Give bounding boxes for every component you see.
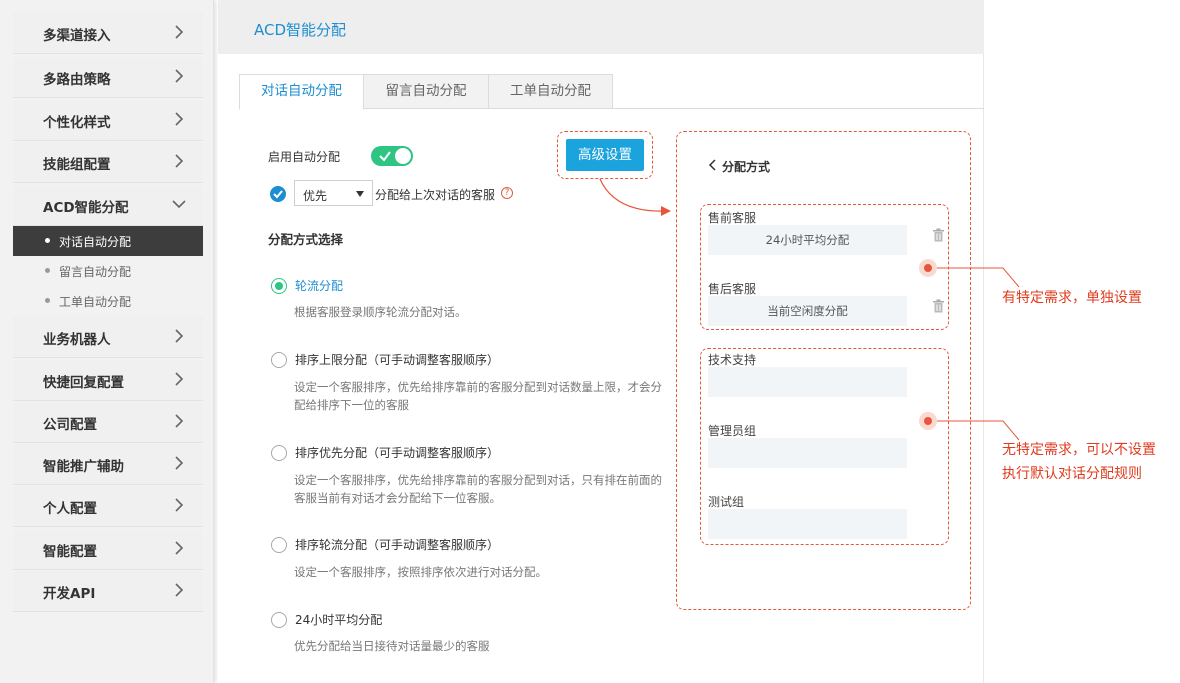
sidebar-item-label: 个人配置 [43,501,97,517]
annotation-default-line1: 无特定需求，可以不设置 [1002,442,1156,458]
annotation-default-line2: 执行默认对话分配规则 [1002,466,1142,482]
sidebar-subitem-ticket-assign[interactable]: 工单自动分配 [13,286,203,316]
group-assign-select[interactable] [708,367,907,397]
bullet-icon [45,238,50,243]
group-assign-select[interactable] [708,509,907,539]
annotation-dot [919,412,937,430]
sidebar-item-api[interactable]: 开发API [13,571,203,612]
page-title: ACD智能分配 [254,21,347,39]
chevron-right-icon [175,583,184,597]
sidebar-item-multichannel[interactable]: 多渠道接入 [13,13,203,54]
chevron-right-icon [175,69,184,83]
sidebar-item-label: 公司配置 [43,417,97,433]
enable-auto-assign-label: 启用自动分配 [268,150,341,164]
sidebar-subitem-label: 工单自动分配 [59,295,132,309]
sidebar-item-label: ACD智能分配 [43,200,129,216]
group-label: 管理员组 [708,424,757,438]
annotation-dot [919,259,937,277]
check-icon [273,190,283,199]
enable-auto-assign-toggle[interactable] [371,146,413,166]
sidebar-item-smart[interactable]: 智能配置 [13,529,203,570]
radio-sorted-limit[interactable] [271,352,287,368]
tab-chat-assign[interactable]: 对话自动分配 [239,74,364,110]
tab-ticket-assign[interactable]: 工单自动分配 [488,74,613,109]
dropdown-caret-icon [356,191,364,197]
sidebar-item-quick-reply[interactable]: 快捷回复配置 [13,360,203,401]
sidebar-item-label: 开发API [43,586,96,602]
sidebar-item-label: 技能组配置 [43,157,111,173]
option-title: 排序优先分配（可手动调整客服顺序） [295,446,500,460]
page-header: ACD智能分配 [218,0,984,54]
sidebar-subitem-chat-assign[interactable]: 对话自动分配 [13,226,203,256]
trash-icon[interactable] [932,228,945,242]
sidebar-item-acd[interactable]: ACD智能分配 [13,185,203,226]
option-desc: 根据客服登录顺序轮流分配对话。 [294,305,467,319]
advanced-settings-button[interactable]: 高级设置 [566,139,644,171]
chevron-down-icon [172,200,186,209]
group-assign-select[interactable] [708,438,907,468]
group-assign-select[interactable]: 当前空闲度分配 [708,296,907,326]
section-title: 分配方式选择 [268,232,344,247]
radio-sorted-round-robin[interactable] [271,537,287,553]
tab-message-assign[interactable]: 留言自动分配 [363,74,489,109]
sidebar-item-label: 智能配置 [43,544,97,560]
sidebar-item-label: 快捷回复配置 [43,375,124,391]
annotation-specific: 有特定需求，单独设置 [1002,290,1142,306]
option-title: 轮流分配 [295,279,344,293]
check-icon [379,151,391,162]
trash-icon[interactable] [932,299,945,313]
help-icon[interactable]: ? [501,187,513,199]
option-title: 24小时平均分配 [295,613,383,627]
option-desc: 优先分配给当日接待对话量最少的客服 [294,639,490,653]
chevron-right-icon [175,456,184,470]
sidebar-item-routing[interactable]: 多路由策略 [13,57,203,98]
radio-round-robin[interactable] [271,278,287,294]
sidebar-item-promotion[interactable]: 智能推广辅助 [13,444,203,485]
option-desc: 设定一个客服排序，优先给排序靠前的客服分配到对话数量上限，才会分配给排序下一位的… [294,380,662,412]
option-desc: 设定一个客服排序，按照排序依次进行对话分配。 [294,565,547,579]
sidebar-item-company[interactable]: 公司配置 [13,402,203,443]
sidebar-item-label: 业务机器人 [43,332,111,348]
chevron-right-icon [175,498,184,512]
group-label: 售后客服 [708,282,757,296]
chevron-right-icon [175,414,184,428]
back-chevron-icon[interactable] [708,159,718,171]
sidebar-item-label: 多路由策略 [43,72,111,88]
chevron-right-icon [175,112,184,126]
chevron-right-icon [175,25,184,39]
toggle-knob [395,148,411,164]
priority-select-value: 优先 [303,189,328,203]
sidebar-item-style[interactable]: 个性化样式 [13,100,203,141]
radio-sorted-priority[interactable] [271,445,287,461]
sidebar-subitem-message-assign[interactable]: 留言自动分配 [13,256,203,286]
radio-24h-average[interactable] [271,612,287,628]
annotation-arrow [599,178,671,216]
group-label: 技术支持 [708,353,757,367]
sidebar-item-label: 智能推广辅助 [43,459,124,475]
group-label: 测试组 [708,495,745,509]
option-title: 排序上限分配（可手动调整客服顺序） [295,353,500,367]
sidebar-item-personal[interactable]: 个人配置 [13,486,203,527]
group-label: 售前客服 [708,211,757,225]
priority-select[interactable]: 优先 [294,180,373,206]
chevron-right-icon [175,372,184,386]
bullet-icon [45,298,50,303]
sidebar-item-bot[interactable]: 业务机器人 [13,317,203,358]
sidebar-item-label: 个性化样式 [43,115,111,131]
priority-text: 分配给上次对话的客服 [375,188,496,202]
sidebar-subitem-label: 留言自动分配 [59,265,132,279]
bullet-icon [45,268,50,273]
panel-title: 分配方式 [722,160,771,174]
sidebar: 多渠道接入 多路由策略 个性化样式 技能组配置 ACD智能分配 对话自动分配 留… [0,0,214,683]
option-desc: 设定一个客服排序，优先给排序靠前的客服分配到对话，只有排在前面的客服当前有对话才… [294,473,662,505]
option-title: 排序轮流分配（可手动调整客服顺序） [295,538,500,552]
sidebar-subitem-label: 对话自动分配 [59,235,132,249]
priority-checkbox[interactable] [270,186,286,202]
chevron-right-icon [175,541,184,555]
sidebar-item-skillgroup[interactable]: 技能组配置 [13,142,203,183]
chevron-right-icon [175,154,184,168]
sidebar-item-label: 多渠道接入 [43,28,111,44]
group-assign-select[interactable]: 24小时平均分配 [708,225,907,255]
chevron-right-icon [175,329,184,343]
